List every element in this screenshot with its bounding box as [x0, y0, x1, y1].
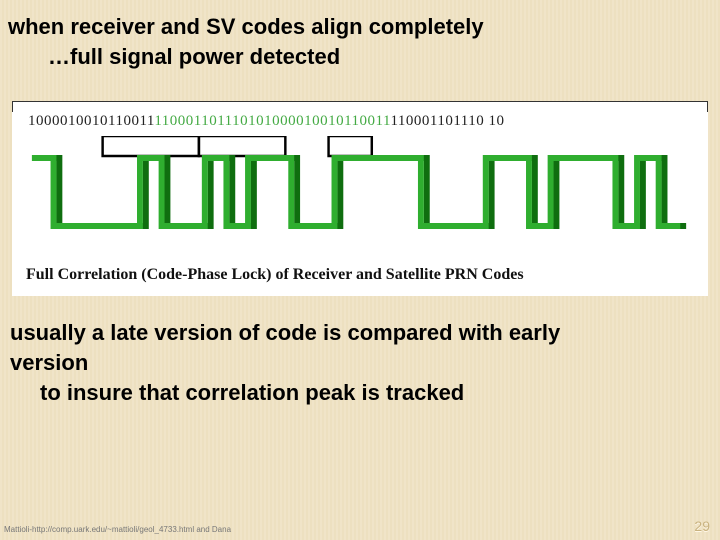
- figure-caption: Full Correlation (Code-Phase Lock) of Re…: [18, 260, 702, 288]
- title-line-1: when receiver and SV codes align complet…: [8, 12, 712, 42]
- bits-highlight: 110001101110101000010010110011: [154, 113, 390, 129]
- page-number: 29: [694, 518, 710, 534]
- body-paragraph: usually a late version of code is compar…: [0, 296, 720, 407]
- body-line-3: to insure that correlation peak is track…: [10, 378, 464, 408]
- body-line-1: usually a late version of code is compar…: [10, 318, 710, 348]
- title-line-2: …full signal power detected: [8, 42, 340, 72]
- bits-suffix: 110001101110 10: [390, 113, 504, 129]
- correlation-figure: 1000010010110011110001101110101000010010…: [12, 101, 708, 296]
- title-block: when receiver and SV codes align complet…: [0, 0, 720, 75]
- prn-waveform: [26, 136, 694, 256]
- body-line-2: version: [10, 348, 710, 378]
- footer: Mattioli-http://comp.uark.edu/~mattioli/…: [4, 525, 710, 534]
- footer-citation: Mattioli-http://comp.uark.edu/~mattioli/…: [4, 525, 231, 534]
- bits-prefix: 1000010010110011: [28, 113, 154, 129]
- bit-sequence: 1000010010110011110001101110101000010010…: [18, 111, 702, 130]
